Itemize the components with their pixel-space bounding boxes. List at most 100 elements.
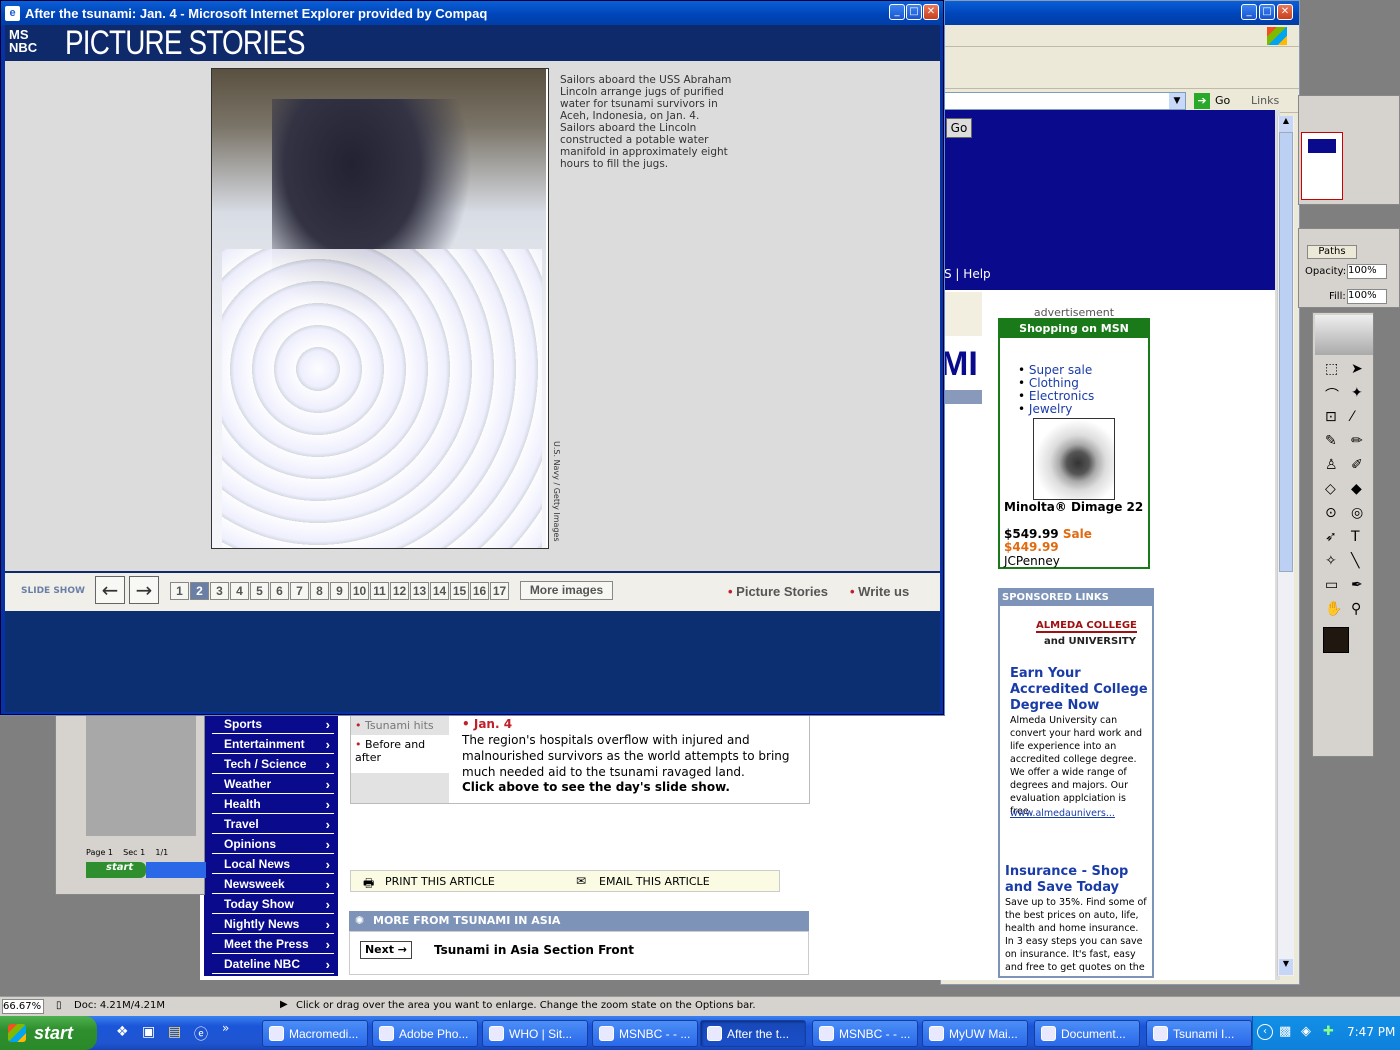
- slide-page-3[interactable]: 3: [210, 582, 229, 600]
- slide-page-11[interactable]: 11: [370, 582, 389, 600]
- scroll-thumb[interactable]: [1279, 132, 1293, 572]
- email-article-link[interactable]: EMAIL THIS ARTICLE: [599, 875, 710, 888]
- ad1-title[interactable]: Earn Your Accredited College Degree Now: [1010, 666, 1150, 714]
- slide-page-7[interactable]: 7: [290, 582, 309, 600]
- slide-page-17[interactable]: 17: [490, 582, 509, 600]
- foreground-color-swatch[interactable]: [1323, 627, 1349, 653]
- photoshop-tool-icon[interactable]: ⁄: [1351, 409, 1353, 425]
- nav-item[interactable]: Today Show: [212, 895, 334, 914]
- task-button[interactable]: WHO | Sit...: [482, 1020, 588, 1047]
- photoshop-tool-icon[interactable]: ◇: [1325, 481, 1336, 497]
- photoshop-tool-icon[interactable]: ⊙: [1325, 505, 1337, 521]
- tab-paths[interactable]: Paths: [1307, 245, 1357, 259]
- write-us-link[interactable]: • Write us: [850, 584, 909, 599]
- photoshop-tool-icon[interactable]: ✐: [1351, 457, 1363, 473]
- photoshop-tool-icon[interactable]: ✦: [1351, 385, 1363, 401]
- slide-page-16[interactable]: 16: [470, 582, 489, 600]
- photoshop-tool-icon[interactable]: ⌒: [1325, 385, 1339, 405]
- go-label[interactable]: Go: [1215, 94, 1230, 107]
- nav-item[interactable]: Local News: [212, 855, 334, 874]
- nav-item[interactable]: Newsweek: [212, 875, 334, 894]
- zoom-field[interactable]: 66.67%: [2, 999, 44, 1014]
- slide-page-1[interactable]: 1: [170, 582, 189, 600]
- photoshop-tool-icon[interactable]: ➶: [1325, 529, 1337, 545]
- photoshop-tool-icon[interactable]: ⬚: [1325, 361, 1338, 377]
- chevron-icon[interactable]: »: [222, 1021, 229, 1035]
- security-icon[interactable]: ✚: [1323, 1024, 1334, 1039]
- nav-item[interactable]: Health: [212, 795, 334, 814]
- camera-image[interactable]: [1033, 418, 1115, 500]
- slide-page-10[interactable]: 10: [350, 582, 369, 600]
- slide-page-13[interactable]: 13: [410, 582, 429, 600]
- photoshop-tool-icon[interactable]: ╲: [1351, 553, 1359, 569]
- photoshop-tool-icon[interactable]: T: [1351, 529, 1360, 545]
- photoshop-tool-icon[interactable]: ✋: [1325, 601, 1342, 617]
- story-cta[interactable]: Click above to see the day's slide show.: [462, 780, 730, 794]
- photoshop-tool-icon[interactable]: ◎: [1351, 505, 1363, 521]
- links-label[interactable]: Links: [1251, 94, 1279, 107]
- photoshop-tool-icon[interactable]: ✏: [1351, 433, 1363, 449]
- photoshop-tool-icon[interactable]: ➤: [1351, 361, 1363, 377]
- folder-icon[interactable]: ▤: [168, 1024, 181, 1040]
- close-icon[interactable]: ✕: [923, 4, 939, 20]
- close-icon[interactable]: ✕: [1277, 4, 1293, 20]
- picture-stories-link[interactable]: • Picture Stories: [728, 584, 828, 599]
- scroll-up-icon[interactable]: ▲: [1279, 116, 1293, 132]
- story-link-before-after[interactable]: • Before and after: [355, 738, 445, 764]
- tray-expand-icon[interactable]: ‹: [1257, 1024, 1273, 1040]
- next-button[interactable]: Next →: [360, 941, 412, 959]
- slide-page-5[interactable]: 5: [250, 582, 269, 600]
- task-button[interactable]: MSNBC - - ...: [592, 1020, 698, 1047]
- slide-page-14[interactable]: 14: [430, 582, 449, 600]
- scroll-down-icon[interactable]: ▼: [1279, 959, 1293, 975]
- network-icon[interactable]: ▩: [1279, 1024, 1291, 1039]
- task-button[interactable]: Document...: [1034, 1020, 1140, 1047]
- task-button[interactable]: After the t...: [700, 1020, 806, 1047]
- photoshop-tool-icon[interactable]: ♙: [1325, 457, 1338, 473]
- maximize-icon[interactable]: □: [906, 4, 922, 20]
- task-button[interactable]: Adobe Pho...: [372, 1020, 478, 1047]
- photoshop-tool-icon[interactable]: ▭: [1325, 577, 1338, 593]
- photoshop-tool-icon[interactable]: ✧: [1325, 553, 1337, 569]
- slide-page-9[interactable]: 9: [330, 582, 349, 600]
- section-front-link[interactable]: Tsunami in Asia Section Front: [434, 943, 634, 957]
- minimize-icon[interactable]: _: [889, 4, 905, 20]
- dropdown-icon[interactable]: ▼: [1169, 93, 1185, 109]
- print-article-link[interactable]: PRINT THIS ARTICLE: [385, 875, 495, 888]
- task-button[interactable]: Tsunami I...: [1146, 1020, 1252, 1047]
- vertical-scrollbar[interactable]: ▲ ▼: [1277, 116, 1294, 976]
- help-link[interactable]: S | Help: [944, 267, 991, 281]
- nav-item[interactable]: Tech / Science: [212, 755, 334, 774]
- msnbc-logo[interactable]: MS NBC: [9, 28, 57, 58]
- photoshop-tool-icon[interactable]: ✒: [1351, 577, 1363, 593]
- story-link-tsunami-hits[interactable]: • Tsunami hits: [355, 719, 434, 732]
- more-images-button[interactable]: More images: [520, 581, 613, 600]
- slide-photo[interactable]: [211, 68, 549, 549]
- ad-link[interactable]: • Jewelry: [1018, 403, 1094, 416]
- ad1-url[interactable]: www.almedaunivers...: [1010, 808, 1115, 819]
- navigator-thumbnail[interactable]: [1301, 132, 1343, 200]
- slide-page-15[interactable]: 15: [450, 582, 469, 600]
- photoshop-tool-icon[interactable]: ✎: [1325, 433, 1337, 449]
- status-arrow-icon[interactable]: ▶: [280, 999, 288, 1010]
- photoshop-tool-icon[interactable]: ⚲: [1351, 601, 1361, 617]
- almeda-logo-top[interactable]: ALMEDA COLLEGE: [1036, 620, 1137, 633]
- search-go-button[interactable]: Go: [946, 118, 972, 138]
- opacity-field[interactable]: 100%: [1347, 264, 1387, 279]
- slide-page-2[interactable]: 2: [190, 582, 209, 600]
- nav-item[interactable]: Dateline NBC: [212, 955, 334, 974]
- slide-page-8[interactable]: 8: [310, 582, 329, 600]
- photoshop-tool-icon[interactable]: ◆: [1351, 481, 1362, 497]
- task-button[interactable]: MyUW Mai...: [922, 1020, 1028, 1047]
- product-name[interactable]: Minolta® Dimage 22: [1004, 501, 1144, 514]
- task-button[interactable]: MSNBC - - ...: [812, 1020, 918, 1047]
- task-button[interactable]: Macromedi...: [262, 1020, 368, 1047]
- nav-item[interactable]: Nightly News: [212, 915, 334, 934]
- volume-icon[interactable]: ◈: [1301, 1024, 1311, 1039]
- photoshop-tool-icon[interactable]: ⊡: [1325, 409, 1337, 425]
- prev-button[interactable]: ←: [95, 576, 125, 604]
- nav-item[interactable]: Travel: [212, 815, 334, 834]
- minimize-icon[interactable]: _: [1241, 4, 1257, 20]
- go-arrow-icon[interactable]: ➔: [1194, 93, 1210, 109]
- ie-quick-icon[interactable]: ⓔ: [194, 1024, 208, 1044]
